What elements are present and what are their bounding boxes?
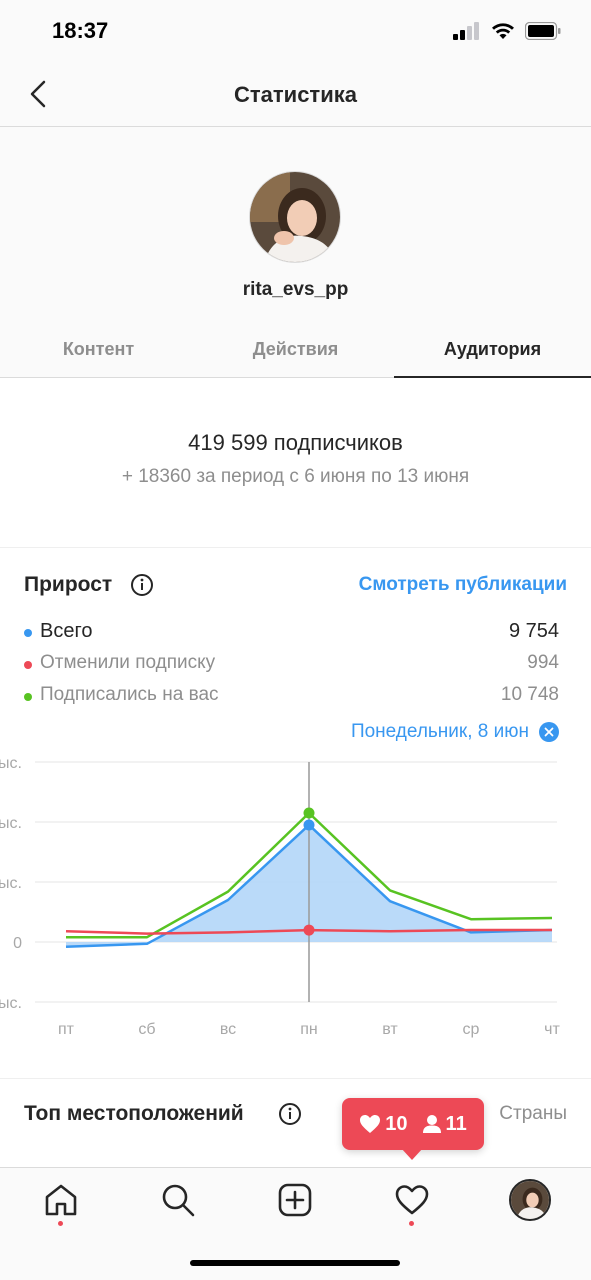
countries-tab[interactable]: Страны (499, 1103, 567, 1125)
legend-dot (24, 693, 32, 701)
nav-bar: Статистика (0, 64, 591, 127)
home-notification-dot (58, 1221, 63, 1226)
wifi-icon (492, 23, 514, 39)
view-posts-link[interactable]: Смотреть публикации (359, 574, 567, 596)
cellular-signal-icon (453, 22, 479, 40)
top-locations-section: Топ местоположений Страны (0, 1080, 591, 1167)
tab-new-post[interactable] (275, 1180, 315, 1220)
x-tick-label: сб (138, 1021, 155, 1038)
tab-activity[interactable] (392, 1180, 432, 1220)
search-icon (162, 1184, 195, 1217)
activity-notification[interactable]: 10 11 (342, 1098, 484, 1150)
legend-value: 10 748 (500, 684, 559, 705)
growth-chart[interactable]: 5 тыс. 0 тыс. 5 тыс. 0 5 тыс. пт сб вс пн вт ср чт (0, 747, 591, 1047)
close-icon (544, 727, 554, 737)
selected-day-filter[interactable]: Понедельник, 8 июн (351, 721, 559, 743)
info-icon[interactable] (278, 1102, 302, 1126)
status-icons (453, 22, 561, 40)
username: rita_evs_pp (242, 279, 349, 300)
tab-home[interactable] (41, 1180, 81, 1220)
activity-heart-icon (395, 1185, 429, 1215)
followers-period-change: + 18360 за период с 6 июня по 13 июня (121, 466, 470, 487)
top-locations-title: Топ местоположений (24, 1102, 244, 1125)
x-tick-label: ср (463, 1021, 480, 1038)
legend-followed: Подписались на вас 10 748 (24, 684, 559, 710)
legend-dot (24, 629, 32, 637)
legend-label: Всего (40, 620, 93, 642)
y-tick-label: 5 тыс. (0, 875, 22, 892)
status-time: 18:37 (52, 18, 109, 43)
y-tick-label: 5 тыс. (0, 995, 22, 1012)
person-icon (422, 1115, 441, 1133)
likes-count: 10 (359, 1112, 408, 1136)
legend-dot (24, 661, 32, 669)
tab-content[interactable]: Контент (0, 327, 197, 377)
page-title: Статистика (234, 82, 357, 107)
notification-pointer (401, 1148, 423, 1160)
followers-count: 419 599 подписчиков (188, 430, 403, 455)
highlight-point-1 (303, 924, 315, 936)
home-indicator (190, 1260, 400, 1266)
x-tick-label: вс (220, 1021, 236, 1038)
growth-section: Прирост Смотреть публикации Всего 9 754 … (0, 549, 591, 1079)
tab-profile[interactable] (509, 1179, 551, 1221)
x-tick-label: чт (544, 1021, 560, 1038)
highlight-point-2 (303, 807, 315, 819)
home-icon (45, 1184, 77, 1216)
y-tick-label: 0 тыс. (0, 815, 22, 832)
followers-summary: 419 599 подписчиков + 18360 за период с … (0, 378, 591, 548)
battery-icon (525, 22, 561, 40)
heart-icon (360, 1115, 381, 1133)
selected-day-label: Понедельник, 8 июн (350, 721, 529, 742)
avatar-image (250, 172, 340, 262)
activity-notification-dot (409, 1221, 414, 1226)
info-icon[interactable] (130, 573, 154, 597)
new-post-icon (278, 1183, 312, 1217)
profile-avatar (511, 1181, 549, 1219)
highlight-point-0 (303, 819, 315, 831)
insights-tabs: Контент Действия Аудитория (0, 327, 591, 378)
x-tick-label: пт (58, 1021, 75, 1038)
profile-header: rita_evs_pp Контент Действия Аудитория (0, 127, 591, 378)
avatar[interactable] (249, 171, 341, 263)
clear-selection-button[interactable] (539, 722, 559, 742)
legend-label: Отменили подписку (40, 652, 216, 673)
likes-count-value: 10 (385, 1112, 408, 1135)
followers-count-value: 11 (445, 1112, 467, 1135)
y-tick-label: 5 тыс. (0, 755, 22, 772)
tab-audience[interactable]: Аудитория (394, 327, 591, 378)
legend-unfollowed: Отменили подписку 994 (24, 652, 559, 678)
growth-title: Прирост (24, 573, 113, 596)
legend-label: Подписались на вас (40, 684, 219, 705)
x-tick-label: вт (382, 1021, 398, 1038)
tab-search[interactable] (158, 1180, 198, 1220)
legend-value: 994 (527, 652, 559, 673)
x-tick-label: пн (300, 1021, 318, 1038)
y-tick-label: 0 (13, 935, 22, 952)
legend-total: Всего 9 754 (24, 620, 559, 646)
tab-activity[interactable]: Действия (197, 327, 394, 377)
status-bar: 18:37 (0, 0, 591, 64)
legend-value: 9 754 (508, 620, 559, 642)
new-followers-count: 11 (422, 1113, 467, 1136)
